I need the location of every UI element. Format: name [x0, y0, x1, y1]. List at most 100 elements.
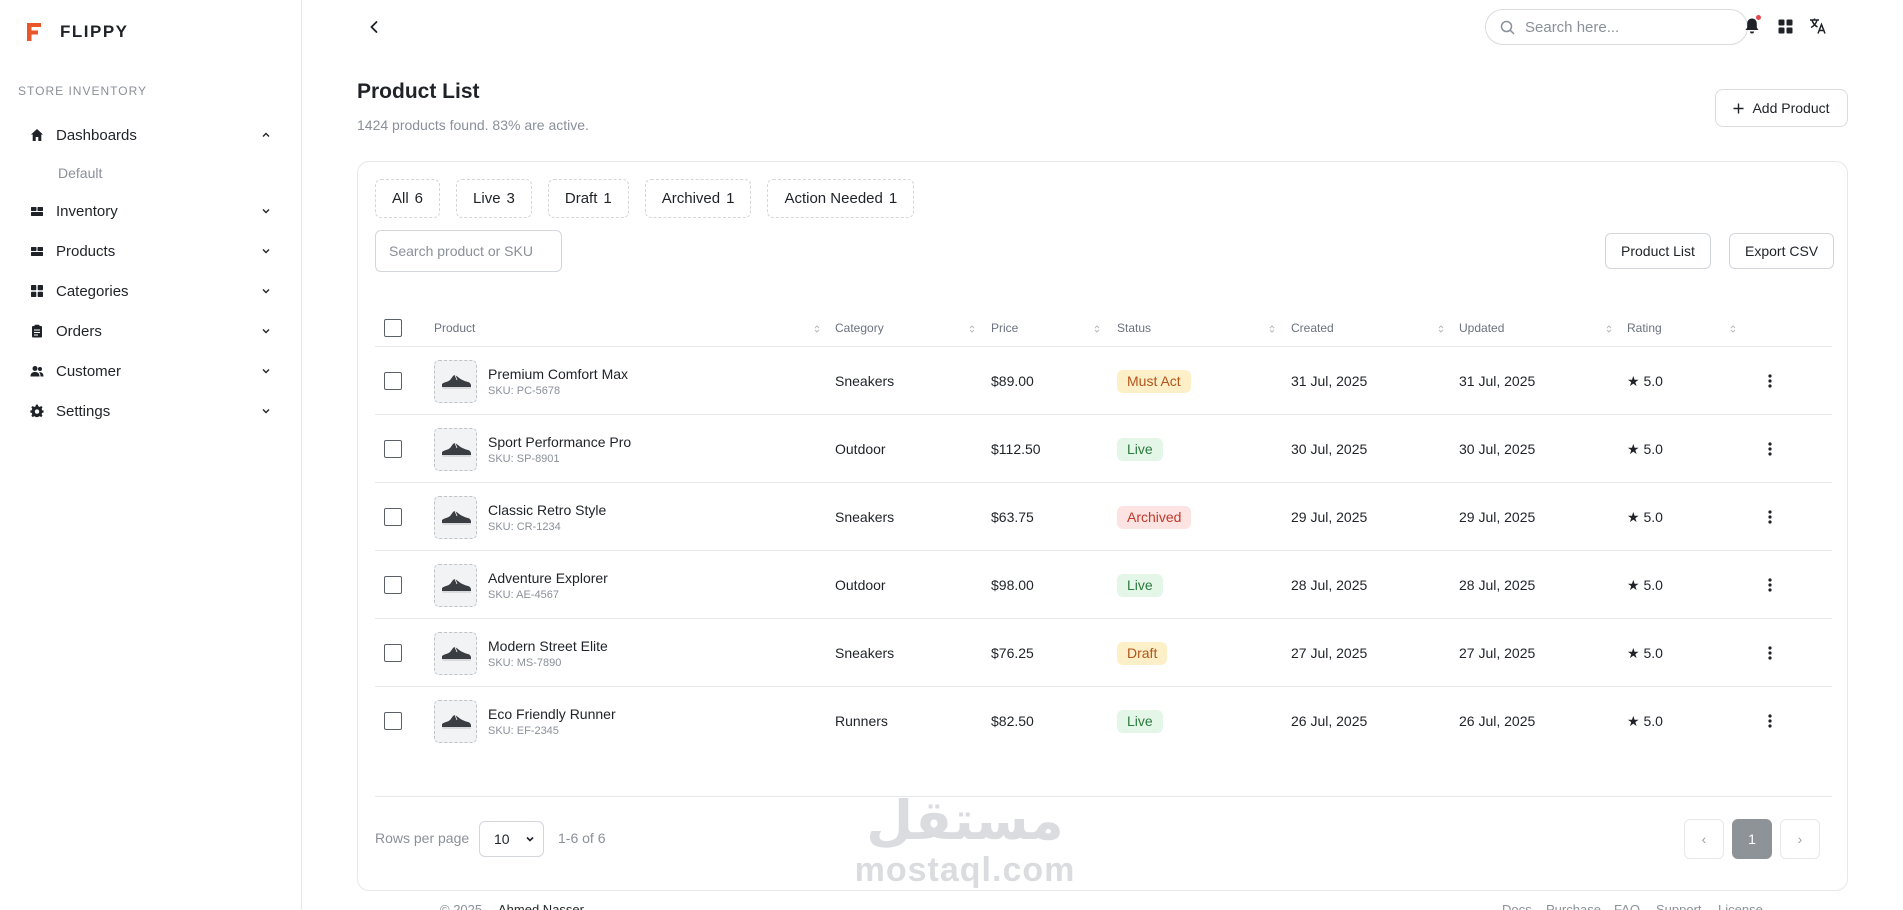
chevron-up-icon — [262, 132, 270, 137]
language-button[interactable] — [1808, 16, 1828, 36]
sort-icon — [1438, 325, 1444, 333]
category-cell: Sneakers — [835, 509, 895, 525]
category-cell: Sneakers — [835, 645, 895, 661]
table-row[interactable]: Sport Performance Pro SKU: SP-8901 Outdo… — [375, 415, 1832, 483]
grid-icon — [30, 284, 44, 298]
row-select-cell — [384, 687, 402, 755]
sidebar-item-categories[interactable]: Categories — [0, 271, 302, 311]
product-thumbnail[interactable] — [434, 359, 477, 403]
row-checkbox[interactable] — [384, 644, 402, 662]
footer-link-license[interactable]: License — [1718, 902, 1763, 910]
filter-archived[interactable]: Archived 1 — [644, 179, 752, 218]
product-name[interactable]: Classic Retro Style — [488, 502, 606, 518]
table-row[interactable]: Premium Comfort Max SKU: PC-5678 Sneaker… — [375, 347, 1832, 415]
row-actions-button[interactable] — [1760, 371, 1780, 391]
prev-page-button[interactable]: ‹ — [1684, 819, 1724, 859]
column-header-status[interactable]: Status — [1117, 309, 1275, 347]
product-thumbnail[interactable] — [434, 699, 477, 743]
row-actions-cell — [1760, 687, 1780, 755]
global-search[interactable] — [1485, 9, 1748, 45]
product-name[interactable]: Sport Performance Pro — [488, 434, 631, 450]
filter-action-needed[interactable]: Action Needed 1 — [767, 179, 915, 218]
filter-all[interactable]: All 6 — [375, 179, 441, 218]
row-actions-cell — [1760, 619, 1780, 687]
row-checkbox[interactable] — [384, 508, 402, 526]
sidebar-subitem-default[interactable]: Default — [0, 155, 302, 191]
more-vertical-icon — [1768, 646, 1772, 660]
sidebar-item-products[interactable]: Products — [0, 231, 302, 271]
more-vertical-icon — [1768, 442, 1772, 456]
sidebar-item-customer[interactable]: Customer — [0, 351, 302, 391]
product-search-input[interactable] — [375, 230, 562, 272]
filter-label: Draft — [564, 190, 598, 207]
row-actions-button[interactable] — [1760, 439, 1780, 459]
back-button[interactable] — [364, 17, 384, 37]
row-checkbox[interactable] — [384, 712, 402, 730]
footer-link-faq[interactable]: FAQ — [1614, 902, 1640, 910]
global-search-input[interactable] — [1525, 18, 1725, 36]
product-name[interactable]: Premium Comfort Max — [488, 366, 628, 382]
sidebar-item-label: Dashboards — [56, 126, 137, 144]
table-header: Product Category Price Status Created Up… — [375, 309, 1832, 347]
sidebar-item-inventory[interactable]: Inventory — [0, 191, 302, 231]
footer-link-docs[interactable]: Docs — [1502, 902, 1532, 910]
filter-live[interactable]: Live 3 — [456, 179, 532, 218]
filter-label: Live — [473, 190, 501, 207]
sidebar-item-settings[interactable]: Settings — [0, 391, 302, 431]
row-checkbox[interactable] — [384, 372, 402, 390]
table-row[interactable]: Eco Friendly Runner SKU: EF-2345 Runners… — [375, 687, 1832, 755]
column-header-price[interactable]: Price — [991, 309, 1100, 347]
row-actions-button[interactable] — [1760, 575, 1780, 595]
row-checkbox[interactable] — [384, 440, 402, 458]
rating-cell: ★ 5.0 — [1627, 644, 1663, 661]
sidebar-item-label: Settings — [56, 402, 111, 420]
row-checkbox[interactable] — [384, 576, 402, 594]
column-header-rating[interactable]: Rating — [1627, 309, 1736, 347]
row-actions-button[interactable] — [1760, 643, 1780, 663]
chevron-down-icon — [262, 369, 270, 374]
footer-link-support[interactable]: Support — [1656, 902, 1702, 910]
table-row[interactable]: Adventure Explorer SKU: AE-4567 Outdoor … — [375, 551, 1832, 619]
column-header-updated[interactable]: Updated — [1459, 309, 1612, 347]
footer-author[interactable]: Ahmed Nasser — [498, 902, 584, 910]
product-name[interactable]: Modern Street Elite — [488, 638, 608, 654]
category-cell: Runners — [835, 713, 888, 729]
status-badge: Live — [1117, 709, 1163, 733]
product-list-button[interactable]: Product List — [1605, 233, 1711, 269]
table-row[interactable]: Classic Retro Style SKU: CR-1234 Sneaker… — [375, 483, 1832, 551]
notifications-button[interactable] — [1742, 14, 1762, 36]
product-name[interactable]: Adventure Explorer — [488, 570, 608, 586]
column-header-category[interactable]: Category — [835, 309, 975, 347]
column-header-product[interactable]: Product — [434, 309, 820, 347]
row-select-cell — [384, 415, 402, 483]
export-csv-button[interactable]: Export CSV — [1729, 233, 1835, 269]
shoe-icon — [441, 510, 471, 525]
shoe-icon — [441, 714, 471, 729]
category-cell: Outdoor — [835, 441, 886, 457]
product-thumbnail[interactable] — [434, 631, 477, 675]
product-thumbnail[interactable] — [434, 427, 477, 471]
flippy-logo-icon — [27, 23, 41, 41]
apps-button[interactable] — [1775, 16, 1795, 36]
product-sku: SKU: CR-1234 — [488, 520, 561, 533]
add-product-button[interactable]: Add Product — [1715, 89, 1848, 127]
product-name[interactable]: Eco Friendly Runner — [488, 706, 616, 722]
column-header-created[interactable]: Created — [1291, 309, 1444, 347]
rows-per-page-value: 10 — [494, 831, 510, 847]
page-button-current[interactable]: 1 — [1732, 819, 1772, 859]
next-page-button[interactable]: › — [1780, 819, 1820, 859]
filter-count: 1 — [603, 190, 612, 207]
table-row[interactable]: Modern Street Elite SKU: MS-7890 Sneaker… — [375, 619, 1832, 687]
brand[interactable]: FLIPPY — [26, 22, 129, 42]
rows-per-page-select[interactable]: 10 — [479, 821, 544, 857]
product-thumbnail[interactable] — [434, 495, 477, 539]
filter-draft[interactable]: Draft 1 — [547, 179, 629, 218]
footer-link-purchase[interactable]: Purchase — [1546, 902, 1601, 910]
row-actions-button[interactable] — [1760, 507, 1780, 527]
updated-cell: 29 Jul, 2025 — [1459, 509, 1536, 525]
select-all-checkbox[interactable] — [384, 319, 402, 337]
product-thumbnail[interactable] — [434, 563, 477, 607]
sidebar-item-orders[interactable]: Orders — [0, 311, 302, 351]
row-actions-button[interactable] — [1760, 711, 1780, 731]
sidebar-item-dashboards[interactable]: Dashboards — [0, 115, 302, 155]
